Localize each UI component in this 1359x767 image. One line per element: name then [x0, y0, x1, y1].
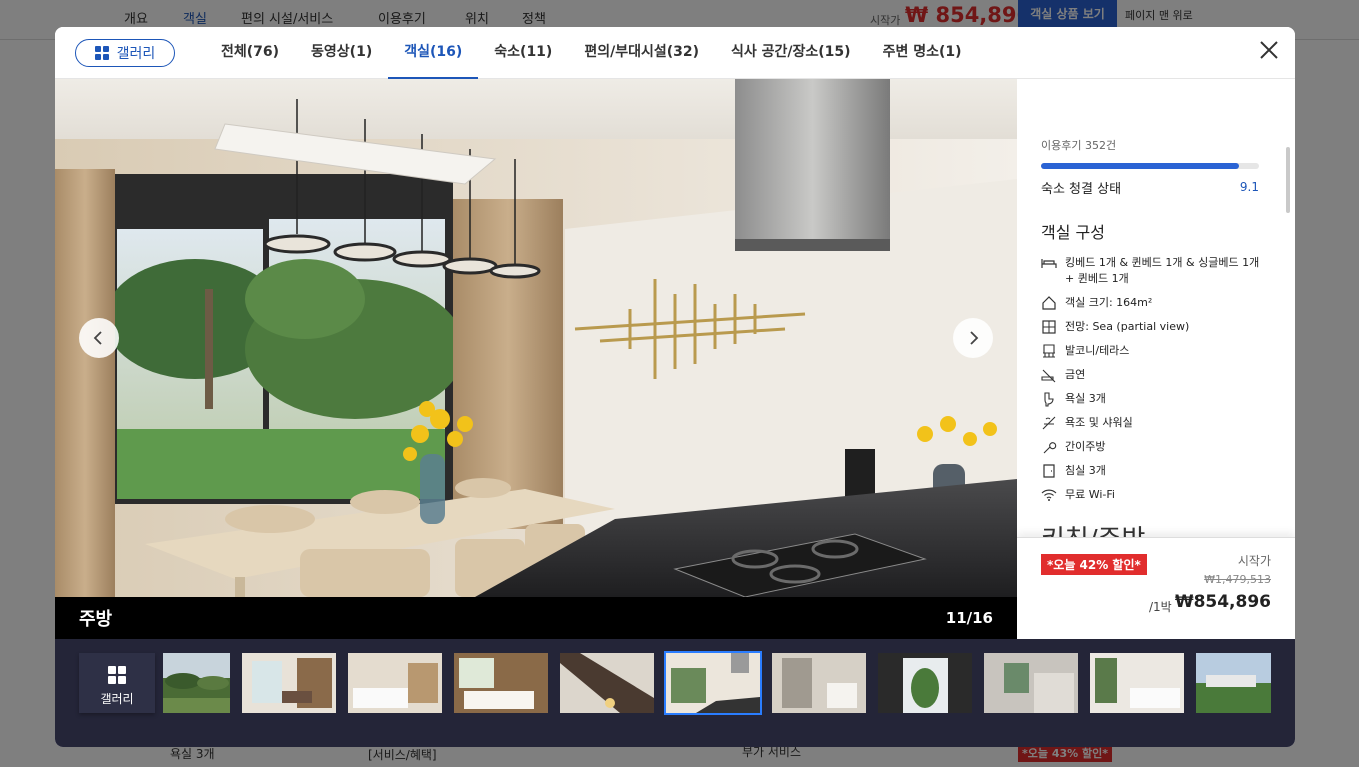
thumb-exterior[interactable]	[1196, 653, 1271, 713]
thumb-garden[interactable]	[163, 653, 230, 713]
close-icon	[1260, 41, 1278, 59]
amenity-list: 킹베드 1개 & 퀸베드 1개 & 싱글베드 1개 + 퀸베드 1개 객실 크기…	[1041, 255, 1271, 511]
thumbnail-gallery-label: 갤러리	[100, 692, 134, 706]
room-details-panel: 이용후기 352건 숙소 청결 상태 9.1 객실 구성 킹베드 1개 & 퀸베…	[1017, 79, 1295, 639]
thumbnail-image	[242, 653, 336, 713]
panel-scrollbar[interactable]	[1286, 147, 1290, 213]
original-price: ₩1,479,513	[1204, 573, 1271, 586]
tab-attractions[interactable]: 주변 명소(1)	[867, 27, 978, 79]
balcony-icon	[1043, 344, 1055, 358]
amenity-bedrooms: 침실 3개	[1041, 463, 1271, 479]
final-price: ₩854,896	[1174, 592, 1271, 612]
thumbnail-image	[560, 653, 654, 713]
room-details-scroll[interactable]: 이용후기 352건 숙소 청결 상태 9.1 객실 구성 킹베드 1개 & 퀸베…	[1017, 79, 1295, 537]
thumb-courtyard[interactable]	[878, 653, 972, 713]
shower-icon	[1042, 416, 1056, 430]
amenity-text: 욕실 3개	[1065, 392, 1106, 405]
door-icon	[1043, 464, 1055, 478]
tab-video[interactable]: 동영상(1)	[295, 27, 388, 79]
cleanliness-bar	[1041, 163, 1259, 169]
house-icon	[1042, 296, 1056, 310]
category-tabs: 전체(76) 동영상(1) 객실(16) 숙소(11) 편의/부대시설(32) …	[205, 27, 978, 79]
tab-property[interactable]: 숙소(11)	[478, 27, 568, 79]
thumb-kitchen[interactable]	[664, 651, 762, 715]
amenity-bathrooms: 욕실 3개	[1041, 391, 1271, 407]
toilet-icon	[1044, 392, 1054, 407]
amenity-text: 간이주방	[1065, 440, 1106, 453]
cleanliness-score: 9.1	[1239, 180, 1259, 194]
amenity-text: 객실 크기: 164m²	[1065, 296, 1153, 309]
amenity-room-size: 객실 크기: 164m²	[1041, 295, 1271, 311]
tab-rooms[interactable]: 객실(16)	[388, 27, 479, 79]
per-night-label: /1박	[1149, 600, 1172, 614]
thumbnail-image	[163, 653, 230, 713]
thumb-bedroom-2[interactable]	[454, 653, 548, 713]
thumb-living-room[interactable]	[242, 653, 336, 713]
amenity-bath-shower: 욕조 및 샤워실	[1041, 415, 1271, 431]
grid-icon	[94, 46, 109, 60]
photo-caption-bar: 주방 11/16	[55, 597, 1017, 639]
gallery-button-label: 갤러리	[116, 46, 156, 62]
cleanliness-bar-fill	[1041, 163, 1240, 169]
wifi-icon	[1041, 489, 1057, 501]
thumbnail-gallery-button[interactable]: 갤러리	[79, 653, 155, 713]
amenity-wifi: 무료 Wi-Fi	[1041, 487, 1271, 503]
photo-counter: 11/16	[945, 609, 993, 627]
thumbnail-image	[666, 653, 760, 713]
review-count: 이용후기 352건	[1041, 139, 1117, 152]
amenity-kitchenette: 간이주방	[1041, 439, 1271, 455]
thumb-bathroom-2[interactable]	[984, 653, 1078, 713]
amenity-beds: 킹베드 1개 & 퀸베드 1개 & 싱글베드 1개 + 퀸베드 1개	[1041, 255, 1271, 287]
kitchen-icon	[1043, 442, 1057, 454]
cleanliness-label: 숙소 청결 상태	[1041, 182, 1122, 197]
from-price-label: 시작가	[1237, 554, 1271, 568]
amenity-text: 금연	[1065, 368, 1086, 381]
gallery-button[interactable]: 갤러리	[75, 39, 175, 67]
thumbnail-image	[878, 653, 972, 713]
thumb-bedroom-1[interactable]	[348, 653, 442, 713]
kitchen-section-title: 키친/주방	[1041, 519, 1145, 537]
thumbnail-image	[772, 653, 866, 713]
amenity-text: 전망: Sea (partial view)	[1065, 320, 1190, 333]
tab-all[interactable]: 전체(76)	[205, 27, 295, 79]
amenity-text: 발코니/테라스	[1065, 344, 1130, 357]
thumbnail-image	[1090, 653, 1184, 713]
amenity-non-smoking: 금연	[1041, 367, 1271, 383]
discount-badge: *오늘 42% 할인*	[1041, 554, 1147, 575]
thumb-bedroom-3[interactable]	[1090, 653, 1184, 713]
amenity-balcony: 발코니/테라스	[1041, 343, 1271, 359]
chevron-right-icon	[970, 331, 979, 345]
amenity-text: 킹베드 1개 & 퀸베드 1개 & 싱글베드 1개 + 퀸베드 1개	[1065, 256, 1260, 285]
thumbnail-image	[984, 653, 1078, 713]
thumb-staircase[interactable]	[560, 653, 654, 713]
tab-dining[interactable]: 식사 공간/장소(15)	[715, 27, 867, 79]
previous-photo-button[interactable]	[79, 318, 119, 358]
amenity-text: 침실 3개	[1065, 464, 1106, 477]
bed-icon	[1041, 259, 1057, 268]
next-photo-button[interactable]	[953, 318, 993, 358]
thumb-bathroom-1[interactable]	[772, 653, 866, 713]
amenity-view: 전망: Sea (partial view)	[1041, 319, 1271, 335]
grid-icon	[108, 666, 126, 684]
close-button[interactable]	[1257, 38, 1281, 62]
amenity-text: 무료 Wi-Fi	[1065, 488, 1115, 501]
photo-caption: 주방	[79, 609, 113, 630]
chevron-left-icon	[93, 331, 102, 345]
thumbnail-image	[454, 653, 548, 713]
no-smoking-icon	[1041, 369, 1056, 383]
window-view-icon	[1042, 320, 1056, 334]
modal-header: 갤러리 전체(76) 동영상(1) 객실(16) 숙소(11) 편의/부대시설(…	[55, 27, 1295, 79]
tab-facilities[interactable]: 편의/부대시설(32)	[568, 27, 715, 79]
thumbnail-strip: 갤러리	[55, 639, 1295, 747]
price-box: *오늘 42% 할인* 시작가 ₩1,479,513 /1박 ₩854,896	[1017, 537, 1295, 639]
gallery-modal: 갤러리 전체(76) 동영상(1) 객실(16) 숙소(11) 편의/부대시설(…	[55, 27, 1295, 747]
thumbnail-image	[1196, 653, 1271, 713]
amenity-text: 욕조 및 샤워실	[1065, 416, 1133, 429]
kitchen-photo-image	[55, 79, 1017, 597]
thumbnail-image	[348, 653, 442, 713]
room-composition-title: 객실 구성	[1041, 223, 1105, 242]
main-photo	[55, 79, 1017, 597]
